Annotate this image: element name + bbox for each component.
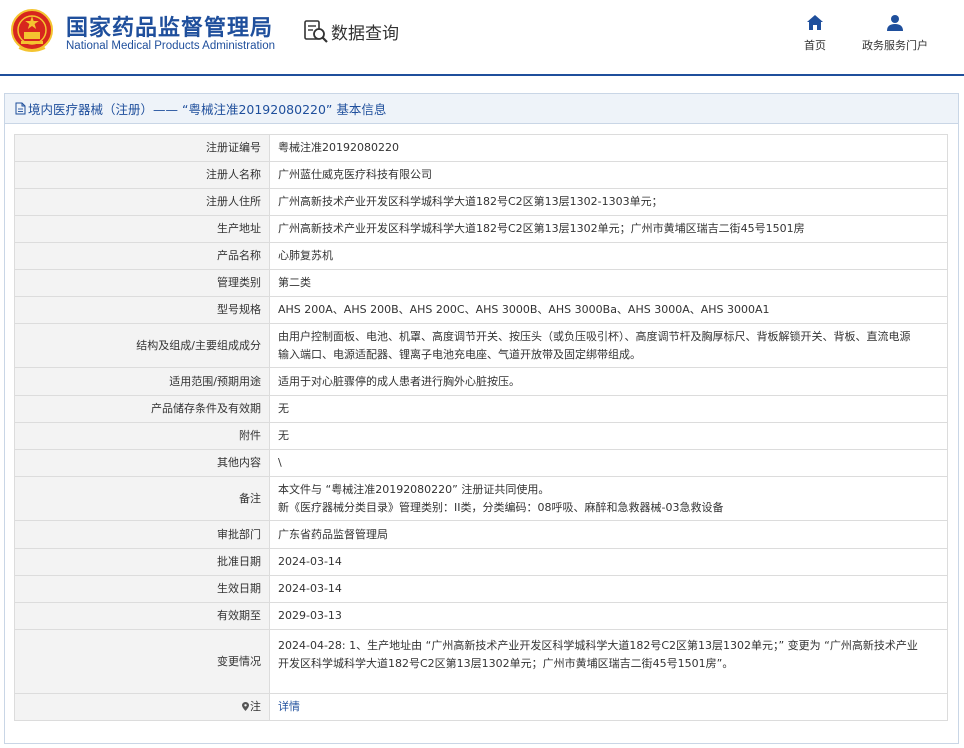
nav-home-label: 首页 [804, 39, 826, 52]
table-row: 变更情况 2024-04-28: 1、生产地址由 “广州高新技术产业开发区科学城… [14, 629, 948, 694]
table-row: 适用范围/预期用途 适用于对心脏骤停的成人患者进行胸外心脏按压。 [14, 367, 948, 396]
table-row: 其他内容 \ [14, 449, 948, 477]
field-value: 广州蓝仕威克医疗科技有限公司 [269, 161, 948, 189]
data-query-icon [304, 20, 328, 43]
table-row: 注 详情 [14, 693, 948, 721]
table-row: 产品名称 心肺复苏机 [14, 242, 948, 270]
table-row: 管理类别 第二类 [14, 269, 948, 297]
field-value: 广州高新技术产业开发区科学城科学大道182号C2区第13层1302-1303单元… [269, 188, 948, 216]
field-label: 管理类别 [14, 269, 270, 297]
panel-header: 境内医疗器械（注册）—— “粤械注准20192080220” 基本信息 [5, 94, 958, 124]
field-label: 变更情况 [14, 629, 270, 694]
site-title: 国家药品监督管理局 [66, 16, 274, 41]
field-label: 备注 [14, 476, 270, 521]
site-title-english: National Medical Products Administration [66, 40, 276, 52]
table-row: 结构及组成/主要组成成分 由用户控制面板、电池、机罩、高度调节开关、按压头（或负… [14, 323, 948, 368]
field-value: \ [269, 449, 948, 477]
table-row: 批准日期 2024-03-14 [14, 548, 948, 576]
field-value: 广东省药品监督管理局 [269, 520, 948, 549]
field-value: 由用户控制面板、电池、机罩、高度调节开关、按压头（或负压吸引杯）、高度调节杆及胸… [269, 323, 948, 368]
field-label: 有效期至 [14, 602, 270, 630]
field-value-line: 输入端口、电源适配器、锂离子电池充电座、气道开放带及固定绑带组成。 [278, 347, 641, 361]
note-label-cell: 注 [14, 693, 270, 721]
table-row: 注册证编号 粤械注准20192080220 [14, 134, 948, 162]
table-row: 有效期至 2029-03-13 [14, 602, 948, 630]
nav-service-portal-label: 政务服务门户 [862, 39, 928, 52]
table-row: 附件 无 [14, 422, 948, 450]
field-value: 详情 [269, 693, 948, 721]
field-value-line: 2024-04-28: 1、生产地址由 “广州高新技术产业开发区科学城科学大道1… [278, 639, 918, 652]
table-row: 生效日期 2024-03-14 [14, 575, 948, 603]
nav-home[interactable]: 首页 [797, 14, 833, 53]
field-value: 无 [269, 395, 948, 423]
field-value: 2024-03-14 [269, 575, 948, 603]
field-label: 产品名称 [14, 242, 270, 270]
field-label: 结构及组成/主要组成成分 [14, 323, 270, 368]
table-row: 型号规格 AHS 200A、AHS 200B、AHS 200C、AHS 3000… [14, 296, 948, 324]
field-label: 注册人名称 [14, 161, 270, 189]
field-label: 注册证编号 [14, 134, 270, 162]
field-value: AHS 200A、AHS 200B、AHS 200C、AHS 3000B、AHS… [269, 296, 948, 324]
panel-title: 境内医疗器械（注册）—— “粤械注准20192080220” 基本信息 [28, 102, 387, 117]
field-value: 适用于对心脏骤停的成人患者进行胸外心脏按压。 [269, 367, 948, 396]
detail-panel: 境内医疗器械（注册）—— “粤械注准20192080220” 基本信息 注册证编… [4, 93, 959, 744]
nav-service-portal[interactable]: 政务服务门户 [856, 14, 934, 53]
document-icon [15, 102, 26, 115]
field-value: 广州高新技术产业开发区科学城科学大道182号C2区第13层1302单元；广州市黄… [269, 215, 948, 243]
field-label: 审批部门 [14, 520, 270, 549]
field-label: 注 [250, 700, 261, 713]
field-value: 2029-03-13 [269, 602, 948, 630]
details-link[interactable]: 详情 [278, 700, 300, 713]
field-value: 2024-03-14 [269, 548, 948, 576]
field-value: 粤械注准20192080220 [269, 134, 948, 162]
user-icon [887, 15, 903, 31]
field-label: 其他内容 [14, 449, 270, 477]
table-row: 注册人名称 广州蓝仕威克医疗科技有限公司 [14, 161, 948, 189]
field-label: 生效日期 [14, 575, 270, 603]
field-label: 附件 [14, 422, 270, 450]
field-value-line: 开发区科学城科学大道182号C2区第13层1302单元；广州市黄埔区瑞吉二街45… [278, 657, 734, 670]
data-query-section: 数据查询 [303, 18, 399, 44]
field-value-line: 本文件与 “粤械注准20192080220” 注册证共同使用。 [278, 482, 550, 496]
field-label: 注册人住所 [14, 188, 270, 216]
field-label: 产品储存条件及有效期 [14, 395, 270, 423]
location-pin-icon [242, 702, 249, 711]
table-row: 注册人住所 广州高新技术产业开发区科学城科学大道182号C2区第13层1302-… [14, 188, 948, 216]
site-header: 国家药品监督管理局 National Medical Products Admi… [0, 0, 964, 76]
field-value-line: 新《医疗器械分类目录》管理类别：II类，分类编码：08呼吸、麻醉和急救器械-03… [278, 500, 724, 514]
field-label: 批准日期 [14, 548, 270, 576]
field-value: 本文件与 “粤械注准20192080220” 注册证共同使用。 新《医疗器械分类… [269, 476, 948, 521]
home-icon [807, 15, 823, 30]
field-value: 第二类 [269, 269, 948, 297]
table-row: 生产地址 广州高新技术产业开发区科学城科学大道182号C2区第13层1302单元… [14, 215, 948, 243]
field-value: 2024-04-28: 1、生产地址由 “广州高新技术产业开发区科学城科学大道1… [269, 629, 948, 694]
table-row: 审批部门 广东省药品监督管理局 [14, 520, 948, 549]
national-emblem-icon [11, 9, 53, 52]
field-label: 生产地址 [14, 215, 270, 243]
field-value-line: 由用户控制面板、电池、机罩、高度调节开关、按压头（或负压吸引杯）、高度调节杆及胸… [278, 329, 911, 343]
field-value: 心肺复苏机 [269, 242, 948, 270]
data-query-label: 数据查询 [331, 23, 399, 44]
registration-info-table: 注册证编号 粤械注准20192080220 注册人名称 广州蓝仕威克医疗科技有限… [14, 134, 948, 721]
table-row: 备注 本文件与 “粤械注准20192080220” 注册证共同使用。 新《医疗器… [14, 476, 948, 521]
field-label: 型号规格 [14, 296, 270, 324]
field-value: 无 [269, 422, 948, 450]
field-label: 适用范围/预期用途 [14, 367, 270, 396]
table-row: 产品储存条件及有效期 无 [14, 395, 948, 423]
